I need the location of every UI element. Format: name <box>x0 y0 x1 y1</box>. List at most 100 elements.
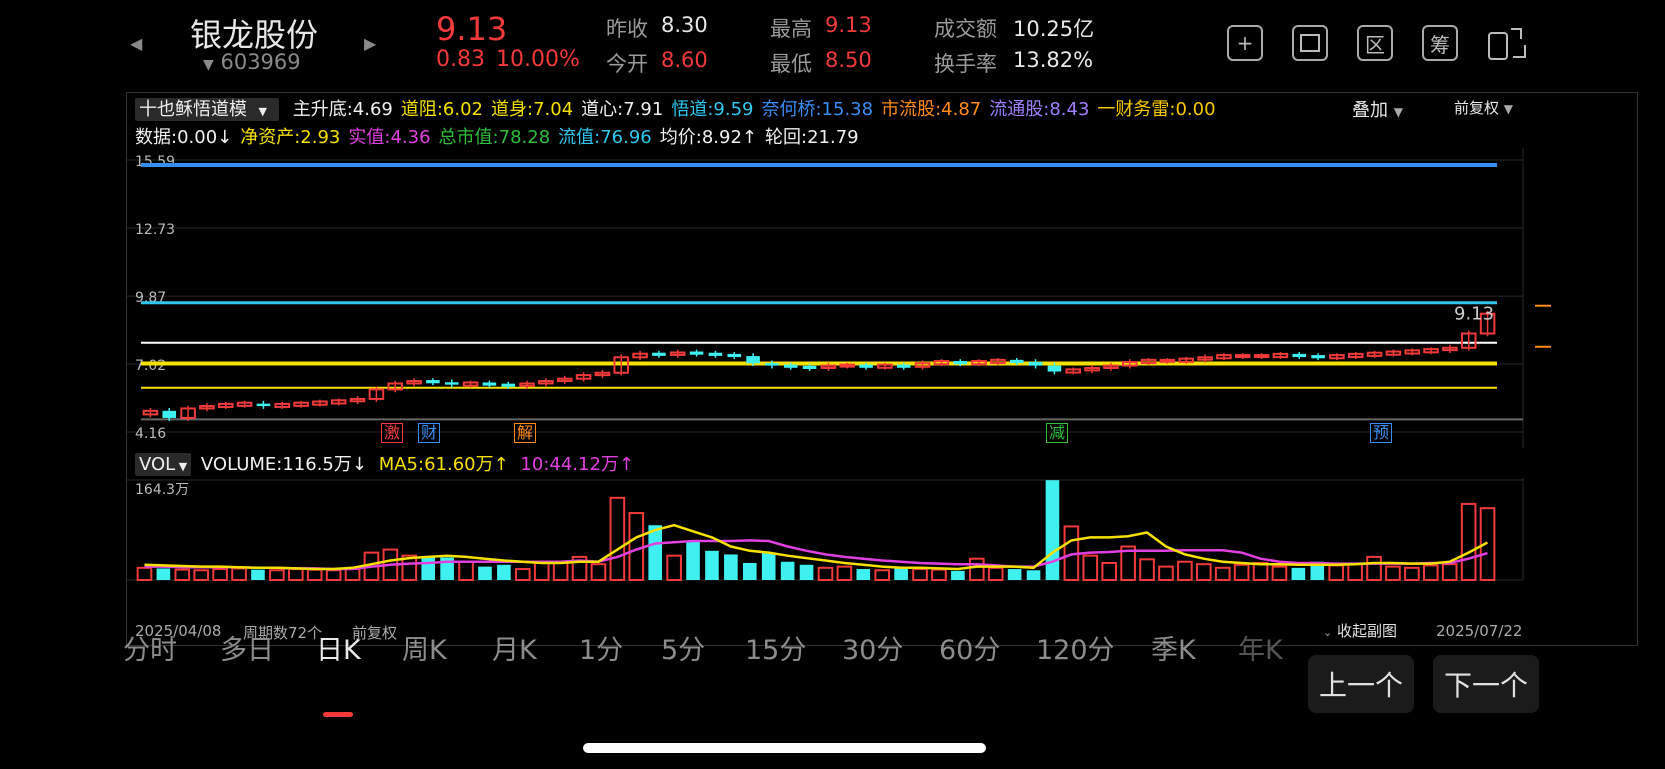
tab-12[interactable]: 年K <box>1238 628 1283 667</box>
adjust-dropdown[interactable]: 前复权 ▼ <box>1454 97 1513 118</box>
tab-11[interactable]: 季K <box>1151 628 1196 667</box>
volume-bar <box>780 561 795 580</box>
candle-body <box>501 383 516 387</box>
indicator-selector[interactable]: 十也稣悟道模 ▼ <box>135 98 279 121</box>
volume-bar <box>724 554 738 580</box>
tab-7[interactable]: 15分 <box>745 628 806 667</box>
volume-bar <box>817 566 834 582</box>
candle-body <box>746 356 760 364</box>
volume-bar <box>421 556 436 580</box>
turnover-rate-label: 换手率 <box>934 52 997 76</box>
volume-bar <box>856 569 871 580</box>
chip-icon[interactable]: 筹 <box>1422 25 1458 61</box>
volume-bar <box>1007 569 1022 580</box>
next-stock-arrow[interactable]: ▶ <box>364 34 376 53</box>
volume-bar <box>269 569 285 582</box>
volume-bar <box>590 563 607 581</box>
event-tag[interactable]: 解 <box>514 423 537 443</box>
tab-9[interactable]: 60分 <box>939 628 1000 667</box>
indicator-row1-item: 道心:7.91 <box>581 99 664 120</box>
candle-body <box>727 353 742 358</box>
prev-stock-arrow[interactable]: ◀ <box>130 34 142 53</box>
volume-bar <box>648 525 663 580</box>
volume-bar <box>686 540 700 580</box>
low-value: 8.50 <box>825 48 872 72</box>
candle-body <box>482 382 497 386</box>
volume-bar <box>552 560 569 581</box>
chevron-down-icon: ▼ <box>1503 102 1514 116</box>
volume-bar <box>136 566 153 582</box>
volume-bar <box>1195 563 1212 581</box>
tab-10[interactable]: 120分 <box>1036 628 1115 667</box>
tab-5[interactable]: 1分 <box>579 628 623 667</box>
tab-1[interactable]: 多日 <box>220 628 274 667</box>
event-tag[interactable]: 财 <box>418 423 441 443</box>
volume-bar <box>1422 564 1439 582</box>
collapse-subchart-button[interactable]: ⌄ 收起副图 <box>1323 620 1397 641</box>
overlay-dropdown[interactable]: 叠加 ▼ <box>1352 96 1403 122</box>
volume-bar <box>1082 554 1099 581</box>
candle-body <box>426 380 440 384</box>
y-axis-label: 12.73 <box>135 222 175 238</box>
volume-bar <box>478 566 492 580</box>
volume-bar <box>628 512 645 581</box>
indicator-row2-item: 净资产:2.93 <box>240 127 341 148</box>
frame-icon[interactable] <box>1292 25 1328 61</box>
candle-body <box>896 364 911 368</box>
prev-stock-button[interactable]: 上一个 <box>1308 655 1414 713</box>
volume-chart[interactable]: 164.3万 <box>127 478 1617 618</box>
volume-bar <box>1233 563 1250 582</box>
next-stock-button[interactable]: 下一个 <box>1433 655 1539 713</box>
volume-bar <box>951 570 965 580</box>
indicator-row2-item: 实值:4.36 <box>348 127 431 148</box>
ma10-value: 10:44.12万↑ <box>520 454 635 475</box>
tab-6[interactable]: 5分 <box>661 628 705 667</box>
high-value: 9.13 <box>825 13 872 37</box>
volume-bar <box>174 568 191 582</box>
price-chart[interactable]: 15.5912.739.877.024.169.13 <box>127 148 1617 448</box>
stock-code[interactable]: ▼ 603969 <box>203 50 301 74</box>
turnover-label: 成交额 <box>934 17 997 41</box>
indicator-row1-item: 道阻:6.02 <box>400 99 484 120</box>
collapse-label: 收起副图 <box>1337 622 1398 640</box>
low-label: 最低 <box>770 52 812 76</box>
indicator-row2-item: 轮回:21.79 <box>765 127 859 148</box>
candle-body <box>708 352 723 356</box>
volume-bar <box>193 569 210 582</box>
event-tag[interactable]: 预 <box>1370 423 1393 443</box>
tab-0[interactable]: 分时 <box>123 628 177 667</box>
overlay-label: 叠加 <box>1352 100 1388 121</box>
chevron-down-icon: ⌄ <box>1323 626 1333 639</box>
switch-device-icon[interactable] <box>1487 25 1527 61</box>
volume-bar <box>836 565 853 582</box>
tab-3[interactable]: 周K <box>402 628 447 667</box>
high-label: 最高 <box>770 17 812 41</box>
open-value: 8.60 <box>661 48 708 72</box>
home-indicator <box>583 743 986 753</box>
volume-bar <box>1026 570 1041 580</box>
plus-icon[interactable]: + <box>1227 25 1263 61</box>
event-tag[interactable]: 激 <box>381 423 404 443</box>
volume-bar <box>1177 560 1193 581</box>
volume-bar <box>1460 502 1477 581</box>
indicator-selector-label: 十也稣悟道模 <box>139 99 247 120</box>
volume-bar <box>1347 563 1363 581</box>
volume-selector[interactable]: VOL ▼ <box>135 453 192 476</box>
volume-value: VOLUME:116.5万↓ <box>200 454 367 475</box>
volume-bar <box>1045 480 1060 580</box>
tab-8[interactable]: 30分 <box>842 628 903 667</box>
prev-close-label: 昨收 <box>606 17 648 41</box>
last-price-label: 9.13 <box>1454 304 1494 325</box>
active-tab-indicator <box>323 712 353 717</box>
tab-2[interactable]: 日K <box>316 628 361 667</box>
candle-body <box>1009 359 1024 364</box>
tab-4[interactable]: 月K <box>492 628 537 667</box>
event-tag[interactable]: 减 <box>1046 423 1069 443</box>
candle-body <box>1159 358 1176 363</box>
candle-body <box>1253 354 1270 359</box>
range-icon[interactable]: 区 <box>1357 25 1393 61</box>
candle-body <box>839 363 856 368</box>
candle-body <box>783 364 798 368</box>
volume-bar <box>609 496 626 582</box>
volume-bar <box>1404 566 1420 582</box>
